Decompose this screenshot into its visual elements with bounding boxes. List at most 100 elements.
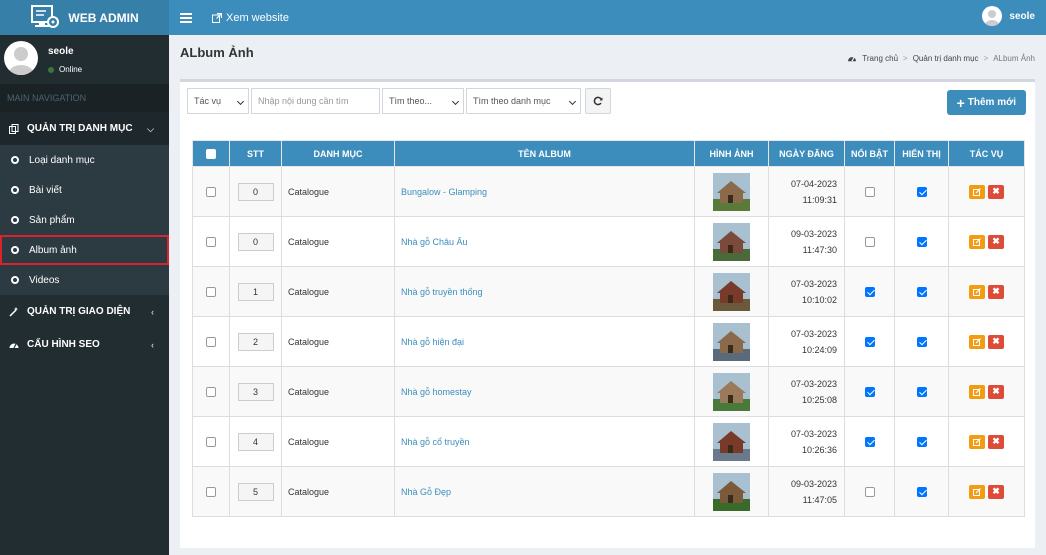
featured-cell	[844, 316, 895, 367]
sidebar-group-danh-muc[interactable]: QUẢN TRỊ DANH MỤC ⌵	[0, 112, 169, 145]
featured-checkbox[interactable]	[864, 386, 875, 397]
visible-checkbox[interactable]	[916, 336, 927, 347]
featured-checkbox[interactable]	[864, 286, 875, 297]
dashboard-icon	[9, 343, 19, 348]
row-checkbox[interactable]	[206, 186, 216, 197]
featured-checkbox[interactable]	[864, 486, 875, 497]
delete-button[interactable]: ✖	[988, 184, 1004, 199]
visible-checkbox[interactable]	[916, 436, 927, 447]
breadcrumb-home[interactable]: Trang chủ	[862, 54, 898, 63]
edit-button[interactable]	[969, 234, 985, 249]
category-filter-select[interactable]: Tìm theo danh mục	[466, 88, 581, 114]
sidebar-item-videos[interactable]: Videos	[0, 265, 169, 295]
edit-button[interactable]	[969, 284, 985, 299]
row-checkbox[interactable]	[206, 386, 216, 397]
stt-cell: 0	[229, 166, 282, 217]
stt-input[interactable]: 0	[237, 182, 274, 201]
album-thumbnail[interactable]	[713, 272, 750, 311]
album-name-link[interactable]: Nhà gỗ truyền thống	[394, 266, 695, 317]
featured-checkbox[interactable]	[864, 336, 875, 347]
visible-checkbox[interactable]	[916, 186, 927, 197]
edit-button[interactable]	[969, 484, 985, 499]
row-checkbox[interactable]	[206, 236, 216, 247]
actions-cell: ✖	[948, 266, 1025, 317]
album-thumbnail[interactable]	[713, 422, 750, 461]
add-new-button[interactable]: + Thêm mới	[946, 90, 1026, 115]
table-row: 1 Catalogue Nhà gỗ truyền thống 07-03-2023 1…	[192, 266, 1025, 317]
sidebar-item-san-pham[interactable]: Sản phẩm	[0, 205, 169, 235]
visible-checkbox[interactable]	[916, 486, 927, 497]
album-thumbnail[interactable]	[713, 222, 750, 261]
album-name-link[interactable]: Nhà Gỗ Đẹp	[394, 466, 695, 517]
album-thumbnail[interactable]	[713, 372, 750, 411]
stt-input[interactable]: 4	[237, 432, 274, 451]
action-select[interactable]: Tác vụ	[187, 88, 249, 114]
featured-cell	[844, 416, 895, 467]
album-name-link[interactable]: Nhà gỗ homestay	[394, 366, 695, 417]
album-name-link[interactable]: Nhà gỗ cổ truyền	[394, 416, 695, 467]
menu-toggle-icon[interactable]	[180, 11, 192, 25]
post-time: 10:26:36	[801, 444, 837, 455]
view-website-label: Xem website	[226, 11, 289, 24]
edit-button[interactable]	[969, 184, 985, 199]
row-checkbox[interactable]	[206, 336, 216, 347]
edit-icon	[973, 487, 981, 496]
album-thumbnail[interactable]	[713, 172, 750, 211]
album-thumbnail[interactable]	[713, 322, 750, 361]
edit-button[interactable]	[969, 334, 985, 349]
select-all-checkbox[interactable]	[206, 148, 216, 159]
stt-input[interactable]: 1	[237, 282, 274, 301]
sidebar-group-giao-dien[interactable]: QUẢN TRỊ GIAO DIỆN ‹	[0, 295, 169, 328]
delete-button[interactable]: ✖	[988, 484, 1004, 499]
stt-input[interactable]: 5	[237, 482, 274, 501]
album-name-link[interactable]: Bungalow - Glamping	[394, 166, 695, 217]
delete-button[interactable]: ✖	[988, 434, 1004, 449]
table-row: 2 Catalogue Nhà gỗ hiện đại 07-03-2023 10:24…	[192, 316, 1025, 367]
panel-user-name: seole	[48, 46, 74, 57]
stt-input[interactable]: 3	[237, 382, 274, 401]
stt-input[interactable]: 0	[237, 232, 274, 251]
image-cell	[694, 216, 769, 267]
delete-button[interactable]: ✖	[988, 234, 1004, 249]
row-checkbox[interactable]	[206, 486, 216, 497]
sidebar-item-album-anh[interactable]: Album ảnh	[0, 235, 169, 265]
visible-checkbox[interactable]	[916, 286, 927, 297]
search-input[interactable]: Nhập nội dung cần tìm	[251, 88, 380, 114]
edit-button[interactable]	[969, 434, 985, 449]
delete-button[interactable]: ✖	[988, 284, 1004, 299]
delete-button[interactable]: ✖	[988, 334, 1004, 349]
column-header: STT	[229, 140, 282, 167]
row-checkbox[interactable]	[206, 286, 216, 297]
album-name-link[interactable]: Nhà gỗ hiện đại	[394, 316, 695, 367]
delete-button[interactable]: ✖	[988, 384, 1004, 399]
album-name-link[interactable]: Nhà gỗ Châu Âu	[394, 216, 695, 267]
top-navbar: Xem website seole	[169, 0, 1046, 35]
close-icon: ✖	[992, 436, 1000, 446]
featured-checkbox[interactable]	[864, 436, 875, 447]
featured-cell	[844, 466, 895, 517]
submenu: Loại danh mục Bài viết Sản phẩm Album ản…	[0, 145, 169, 295]
post-time: 11:47:30	[802, 244, 837, 255]
user-menu[interactable]: seole	[982, 6, 1035, 26]
stt-input[interactable]: 2	[237, 332, 274, 351]
edit-button[interactable]	[969, 384, 985, 399]
row-checkbox[interactable]	[206, 436, 216, 447]
main-navigation-header: MAIN NAVIGATION	[0, 84, 169, 112]
album-thumbnail[interactable]	[713, 472, 750, 511]
visible-checkbox[interactable]	[916, 386, 927, 397]
refresh-button[interactable]	[585, 88, 611, 114]
view-website-link[interactable]: Xem website	[212, 12, 289, 24]
breadcrumb-separator: >	[903, 54, 908, 63]
app-logo[interactable]: WEB ADMIN	[0, 0, 169, 35]
select-all-header[interactable]	[192, 140, 230, 167]
breadcrumb-section[interactable]: Quản trị danh mục	[913, 54, 979, 63]
date-cell: 07-03-2023 10:26:36	[768, 416, 845, 467]
visible-checkbox[interactable]	[916, 236, 927, 247]
search-by-select[interactable]: Tìm theo...	[382, 88, 464, 114]
sidebar-item-loai-danh-muc[interactable]: Loại danh mục	[0, 145, 169, 175]
featured-checkbox[interactable]	[864, 186, 875, 197]
chevron-left-icon: ‹	[151, 340, 154, 350]
featured-checkbox[interactable]	[864, 236, 875, 247]
sidebar-item-bai-viet[interactable]: Bài viết	[0, 175, 169, 205]
sidebar-group-seo[interactable]: CẤU HÌNH SEO ‹	[0, 328, 169, 361]
